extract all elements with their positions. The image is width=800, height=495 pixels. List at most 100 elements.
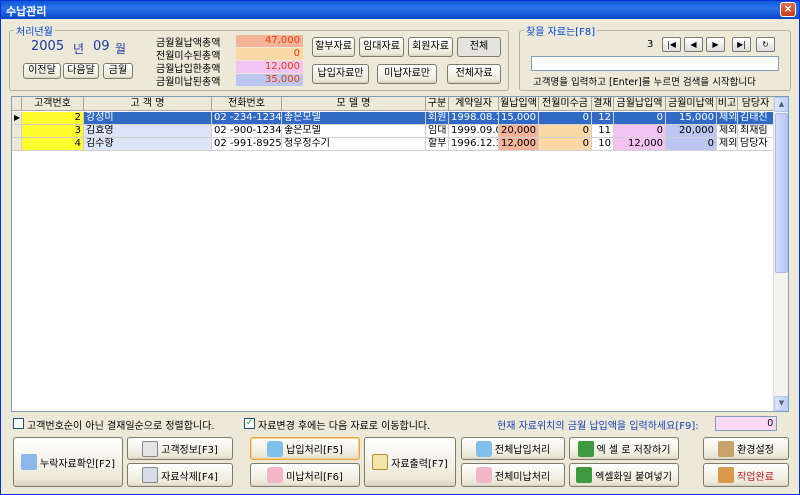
scroll-down-arrow[interactable]: ▼ [774, 396, 788, 411]
column-header[interactable]: 전화번호 [212, 97, 282, 111]
excel-save-button[interactable]: 엑 셀 로 저장하기 [569, 437, 679, 460]
table-cell: 최재림 [738, 125, 774, 138]
filter-installment-button[interactable]: 할부자료 [312, 37, 355, 57]
table-cell: 15,000 [666, 112, 717, 125]
table-cell: 0 [614, 112, 666, 125]
table-cell: 1996.12.10 [449, 138, 499, 151]
column-header[interactable]: 고 객 명 [84, 97, 212, 111]
customer-info-button[interactable]: 고객정보[F3] [127, 437, 233, 460]
table-row[interactable]: ▶2강성미02 -234-1234좋은모델회원1998.08.1015,0000… [12, 112, 774, 125]
all-pay-icon [475, 440, 492, 457]
move-next-checkbox[interactable]: ✓ [244, 418, 255, 429]
column-header[interactable]: 비고 [717, 97, 738, 111]
summary-label: 금월미납된총액 [156, 77, 221, 88]
column-header[interactable]: 전월미수금 [539, 97, 592, 111]
close-button[interactable]: × [780, 2, 796, 17]
excel-icon [577, 440, 594, 457]
year-value: 2005 [31, 39, 65, 54]
prev-month-button[interactable]: 이전달 [23, 63, 61, 79]
table-cell: 담당자 [738, 138, 774, 151]
window-title: 수납관리 [6, 5, 47, 18]
missing-data-button[interactable]: 누락자료확인[F2] [13, 437, 123, 487]
pay-process-button[interactable]: 납입처리[F5] [250, 437, 360, 460]
table-cell: 제외 [717, 138, 738, 151]
all-unpaid-button[interactable]: 전체미납처리 [461, 463, 565, 487]
this-month-button[interactable]: 금월 [103, 63, 133, 79]
print-data-button[interactable]: 자료출력[F7] [364, 437, 456, 487]
last-record-button[interactable]: ▶| [732, 37, 751, 52]
first-record-button[interactable]: |◀ [662, 37, 681, 52]
row-selector[interactable]: ▶ [12, 112, 22, 125]
scroll-thumb[interactable] [775, 113, 788, 273]
table-cell: 02 -991-8925 [212, 138, 282, 151]
all-unpaid-label: 전체미납처리 [494, 471, 551, 483]
unpaid-process-button[interactable]: 미납처리[F6] [250, 463, 360, 487]
delete-data-label: 자료삭제[F4] [161, 471, 218, 483]
column-header[interactable]: 고객번호 [22, 97, 84, 111]
finish-button[interactable]: 작업완료 [703, 463, 789, 487]
column-header[interactable]: 월납입액 [499, 97, 539, 111]
table-cell: 제외 [717, 125, 738, 138]
summary-value: 47,000 [236, 35, 303, 47]
table-cell: 할부 [426, 138, 449, 151]
sort-by-payday-checkbox[interactable] [13, 418, 24, 429]
excel-paste-icon [576, 467, 593, 483]
month-unit: 월 [115, 42, 127, 56]
column-header[interactable]: 금월미납액 [666, 97, 717, 111]
vertical-scrollbar[interactable]: ▲ ▼ [773, 97, 788, 411]
finish-label: 작업완료 [737, 471, 774, 483]
all-unpaid-icon [475, 467, 492, 483]
column-header[interactable]: 구분 [426, 97, 449, 111]
magnifier-icon [20, 454, 37, 470]
settings-button[interactable]: 환경설정 [703, 437, 789, 460]
table-cell: 0 [614, 125, 666, 138]
column-header[interactable]: 계약일자 [449, 97, 499, 111]
row-selector[interactable] [12, 138, 22, 151]
table-cell: 0 [539, 112, 592, 125]
filter-paid-only-button[interactable]: 납입자료만 [312, 64, 369, 84]
table-row[interactable]: 4김수향02 -991-8925청우정수기할부1996.12.1012,0000… [12, 138, 774, 151]
table-cell: 김태진 [738, 112, 774, 125]
record-count: 3 [647, 39, 654, 50]
delete-data-button[interactable]: 자료삭제[F4] [127, 463, 233, 487]
customer-table[interactable]: 고객번호 고 객 명 전화번호 모 델 명 구분 계약일자 월납입액 전월미수금 결재 금월납입액… [11, 96, 789, 412]
filter-all-button[interactable]: 전체 [457, 37, 501, 57]
door-icon [718, 467, 735, 483]
column-header[interactable]: 금월납입액 [614, 97, 666, 111]
filter-all-data-button[interactable]: 전체자료 [447, 64, 501, 84]
excel-save-label: 엑 셀 로 저장하기 [596, 445, 671, 456]
table-cell: 2 [22, 112, 84, 125]
excel-paste-button[interactable]: 엑셀화일 붙여넣기 [569, 463, 679, 487]
move-next-label: 자료변경 후에는 다음 자료로 이동합니다. [258, 421, 431, 432]
column-header[interactable]: 모 델 명 [282, 97, 426, 111]
next-record-button[interactable]: ▶ [706, 37, 725, 52]
refresh-button[interactable]: ↻ [756, 37, 775, 52]
search-legend: 찾을 자료는[F8] [526, 27, 596, 38]
next-month-button[interactable]: 다음달 [63, 63, 99, 79]
print-data-label: 자료출력[F7] [391, 458, 448, 470]
period-legend: 처리년월 [16, 27, 53, 38]
missing-data-label: 누락자료확인[F2] [39, 458, 116, 470]
filter-rental-button[interactable]: 임대자료 [359, 37, 404, 57]
pay-amount-input[interactable] [715, 416, 777, 431]
table-cell: 02 -900-1234 [212, 125, 282, 138]
scroll-up-arrow[interactable]: ▲ [774, 97, 788, 112]
table-cell: 좋은모델 [282, 112, 426, 125]
tools-icon [718, 440, 735, 457]
excel-paste-label: 엑셀화일 붙여넣기 [595, 471, 672, 483]
filter-member-button[interactable]: 회원자료 [408, 37, 453, 57]
column-header[interactable]: 담당자 [738, 97, 774, 111]
month-value: 09 [93, 39, 110, 54]
column-header[interactable]: 결재 [592, 97, 614, 111]
customer-info-label: 고객정보[F3] [161, 445, 218, 456]
row-selector[interactable] [12, 125, 22, 138]
main-window: 수납관리 × 처리년월 2005 년 09 월 이전달 다음달 금월 금월월납액… [0, 0, 800, 495]
table-cell: 20,000 [499, 125, 539, 138]
all-pay-button[interactable]: 전체납입처리 [461, 437, 565, 460]
bag-icon [267, 440, 284, 457]
filter-unpaid-only-button[interactable]: 미납자료만 [377, 64, 437, 84]
search-input[interactable] [531, 56, 779, 71]
table-cell: 1999.09.01 [449, 125, 499, 138]
table-row[interactable]: 3김효영02 -900-1234좋은모델임대1999.09.0120,00001… [12, 125, 774, 138]
prev-record-button[interactable]: ◀ [684, 37, 703, 52]
